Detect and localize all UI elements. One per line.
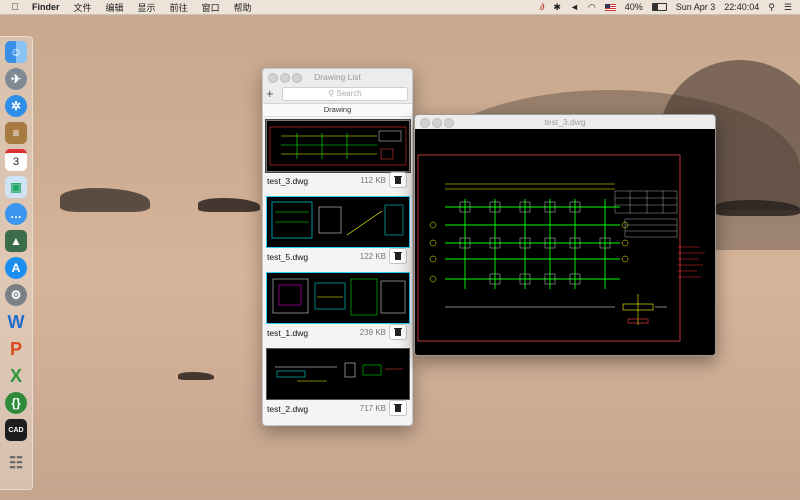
delete-button[interactable] [389,172,407,188]
trash-icon [394,252,402,260]
menu-window[interactable]: 窗口 [202,1,220,14]
close-button[interactable] [420,118,430,128]
file-name: test_1.dwg [267,328,309,338]
delete-button[interactable] [389,324,407,340]
finder-icon[interactable]: ☺ [5,41,27,63]
list-item[interactable]: test_5.dwg 122 KB [263,193,412,269]
menu-help[interactable]: 帮助 [234,1,252,14]
battery-percent[interactable]: 40% [625,2,643,12]
trash-icon [394,328,402,336]
drawing-thumbnail [266,348,410,400]
clock-time[interactable]: 22:40:04 [724,2,759,12]
app-store-icon[interactable]: A [5,257,27,279]
battery-icon[interactable] [651,3,667,11]
zoom-button[interactable] [444,118,454,128]
file-name: test_3.dwg [267,176,309,186]
excel-icon[interactable]: X [5,365,27,387]
flag-icon[interactable] [604,3,616,11]
drawing-thumbnail [265,119,411,173]
search-placeholder: Search [336,89,362,98]
launchpad-icon[interactable]: ✈ [5,68,27,90]
powerpoint-icon[interactable]: P [5,338,27,360]
viewer-title: test_3.dwg [544,117,586,127]
menu-bar:  Finder 文件 编辑 显示 前往 窗口 帮助 ∂ ✱ ◄ ◠ 40% S… [0,0,800,15]
safari-icon[interactable]: ✲ [5,95,27,117]
menu-file[interactable]: 文件 [74,1,92,14]
word-icon[interactable]: W [5,311,27,333]
wifi-icon[interactable]: ◠ [588,2,596,13]
trash-icon [394,404,402,412]
drawing-thumbnail [266,272,410,324]
drawing-canvas[interactable] [415,129,715,355]
search-icon[interactable]: ⚲ [768,2,775,13]
cad-label: CAD [8,426,24,434]
drawing-list-toolbar: + ⚲ Search [263,85,412,104]
minimize-button[interactable] [432,118,442,128]
drawing-viewer-window: test_3.dwg [414,114,716,356]
photo-icon[interactable]: ▲ [5,230,27,252]
clock-day[interactable]: Sun Apr 3 [676,2,716,12]
background-island [715,200,800,216]
minimize-button[interactable] [280,73,290,83]
background-island [198,198,260,212]
file-size: 122 KB [359,252,386,261]
notes-icon[interactable]: ≡ [5,122,27,144]
apple-icon[interactable]:  [8,2,22,13]
viewer-titlebar[interactable]: test_3.dwg [415,115,715,129]
background-island [178,372,214,380]
menu-app-name[interactable]: Finder [32,2,60,12]
delete-button[interactable] [389,400,407,416]
trash-icon[interactable]: ☷ [5,452,27,474]
trash-icon [394,176,402,184]
column-header[interactable]: Drawing [263,104,412,117]
brackets-icon[interactable]: {} [5,392,27,414]
drawing-list-window: Drawing List + ⚲ Search Drawing test_3.d… [262,68,413,426]
acrobat-icon[interactable]: ∂ [540,2,544,12]
list-item[interactable]: test_2.dwg 717 KB [263,345,412,421]
calendar-day: 3 [12,156,20,168]
messages-icon[interactable]: … [5,203,27,225]
file-name: test_5.dwg [267,252,309,262]
close-button[interactable] [268,73,278,83]
menu-edit[interactable]: 编辑 [106,1,124,14]
preview-icon[interactable]: ▣ [5,176,27,198]
file-size: 717 KB [359,404,386,413]
zoom-button[interactable] [292,73,302,83]
list-item[interactable]: test_1.dwg 239 KB [263,269,412,345]
file-size: 112 KB [360,176,386,185]
file-name: test_2.dwg [267,404,309,414]
calendar-icon[interactable]: 3 [5,149,27,171]
delete-button[interactable] [389,248,407,264]
floor-plan-drawing [417,154,705,342]
cad-viewer-icon[interactable]: CAD [5,419,27,441]
drawing-list-titlebar[interactable]: Drawing List [263,69,412,85]
menu-go[interactable]: 前往 [170,1,188,14]
dock: ☺ ✈ ✲ ≡ 3 ▣ … ▲ A ⚙ W P X {} CAD ☷ [0,36,33,490]
add-drawing-button[interactable]: + [266,87,274,100]
list-icon[interactable]: ☰ [784,2,792,13]
bluetooth-icon[interactable]: ✱ [553,2,561,13]
file-size: 239 KB [359,328,386,337]
window-title: Drawing List [314,72,361,82]
system-preferences-icon[interactable]: ⚙ [5,284,27,306]
menu-view[interactable]: 显示 [138,1,156,14]
magnifier-icon: ⚲ [328,89,335,98]
list-item[interactable]: test_3.dwg 112 KB [263,117,412,193]
drawing-thumbnail [266,196,410,248]
volume-icon[interactable]: ◄ [570,2,579,12]
search-input[interactable]: ⚲ Search [282,87,408,101]
background-island [60,188,150,212]
